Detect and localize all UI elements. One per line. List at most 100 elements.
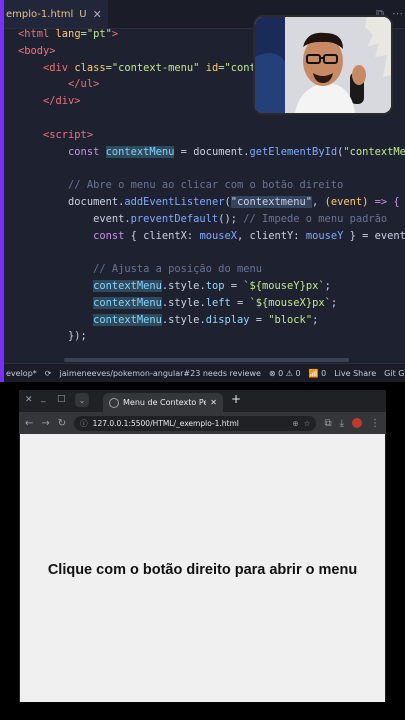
code-token: </ul> [18, 78, 100, 91]
code-token: class [74, 61, 106, 74]
code-token: = [249, 313, 269, 326]
code-token: contextMenu [93, 279, 162, 292]
browser-tab[interactable]: Menu de Contexto Perso ✕ [103, 393, 223, 412]
code-token: contextMenu [93, 313, 162, 326]
code-token: "block" [268, 313, 313, 326]
code-token: id [205, 61, 219, 74]
code-token: top [205, 279, 225, 292]
download-icon[interactable]: ⤓ [340, 418, 344, 429]
reload-icon[interactable]: ↻ [58, 418, 66, 429]
code-token: = [224, 279, 244, 292]
status-ports[interactable]: 📶 0 [309, 369, 327, 378]
status-live-share[interactable]: Live Share [334, 369, 376, 378]
code-token: ="context-menu" [105, 61, 206, 74]
page-viewport[interactable]: Clique com o botão direito para abrir o … [20, 434, 385, 702]
extensions-icon[interactable]: ⧉ [324, 418, 331, 429]
code-line[interactable]: // Ajusta a posição do menu [4, 261, 405, 278]
code-line[interactable]: // Abre o menu ao clicar com o botão dir… [4, 177, 405, 194]
minimize-icon[interactable]: _ [41, 393, 46, 403]
code-token: left [205, 296, 231, 309]
sync-icon[interactable]: ⟳ [45, 369, 52, 378]
code-token: ; [330, 296, 338, 309]
code-token: getElementById [249, 145, 338, 158]
forward-icon[interactable]: → [41, 418, 49, 429]
url-text: 127.0.0.1:5500/HTML/_exemplo-1.html [92, 418, 239, 428]
code-token: } = event; [349, 229, 405, 242]
code-token: <body> [18, 44, 56, 57]
code-token: <div [18, 61, 75, 74]
code-token: document. [18, 195, 125, 208]
horizontal-scrollbar[interactable] [64, 358, 349, 362]
browser-tab-title: Menu de Contexto Perso [123, 398, 207, 407]
code-token: </div> [18, 95, 81, 108]
new-tab-button[interactable]: + [231, 392, 241, 406]
presenter-video [255, 17, 391, 113]
menu-icon[interactable]: ⋮ [370, 418, 380, 429]
code-token: "contextMenu" [343, 145, 405, 158]
status-problems[interactable]: ⊗ 0 ⚠ 0 [269, 369, 301, 378]
code-token: ; [324, 279, 331, 292]
code-token: ; [312, 313, 319, 326]
browser-window: ✕ _ □ ⌄ Menu de Contexto Perso ✕ + ← → ↻… [19, 390, 386, 702]
close-icon[interactable]: ✕ [93, 8, 102, 21]
code-token: <script> [18, 128, 94, 141]
code-token: .style. [161, 313, 206, 326]
code-token: mouseY [305, 229, 344, 242]
code-line[interactable]: <script> [4, 127, 405, 144]
code-token: // Impede o menu padrão [243, 212, 388, 225]
code-token: // Ajusta a posição do menu [18, 263, 262, 276]
code-token: , clientY: [237, 229, 306, 242]
code-token: addEventListener [124, 195, 225, 208]
code-line[interactable]: contextMenu.style.display = "block"; [4, 312, 405, 329]
globe-icon [109, 397, 119, 408]
zoom-icon[interactable]: ⊕ [292, 419, 298, 428]
code-token: `${mouseX}px` [249, 296, 331, 309]
code-token: <html [18, 28, 56, 40]
code-token: , [312, 195, 325, 208]
code-line[interactable]: contextMenu.style.top = `${mouseY}px`; [4, 278, 405, 295]
more-icon[interactable]: ⋯ [392, 7, 403, 21]
browser-tabstrip: ✕ _ □ ⌄ Menu de Contexto Perso ✕ + [19, 390, 386, 412]
status-git-graph[interactable]: Git Graph [384, 369, 405, 378]
status-pull-request[interactable]: jaimeneeves/pokemon-angular#23 needs rev… [59, 369, 260, 378]
code-line[interactable]: }); [4, 328, 405, 345]
editor-tab-file[interactable]: emplo-1.html U ✕ [4, 0, 108, 28]
code-token: }); [18, 330, 87, 343]
code-token: lang [55, 28, 81, 40]
code-token: mouseX [199, 229, 237, 242]
profile-avatar[interactable] [352, 418, 362, 428]
code-line[interactable] [4, 244, 405, 261]
code-line[interactable]: contextMenu.style.left = `${mouseX}px`; [4, 295, 405, 312]
tab-search-icon[interactable]: ⌄ [75, 393, 89, 407]
address-bar[interactable]: ⓘ 127.0.0.1:5500/HTML/_exemplo-1.html ⊕ … [74, 415, 317, 431]
code-token: preventDefault [130, 212, 219, 225]
bookmark-star-icon[interactable]: ☆ [304, 419, 311, 428]
code-line[interactable] [4, 160, 405, 177]
site-info-icon[interactable]: ⓘ [80, 418, 88, 429]
code-token: (event) [324, 195, 375, 208]
code-line[interactable]: const contextMenu = document.getElementB… [4, 144, 405, 161]
code-token: contextMenu [105, 145, 175, 158]
code-line[interactable]: event.preventDefault(); // Impede o menu… [4, 211, 405, 228]
code-token: const [68, 145, 106, 158]
back-icon[interactable]: ← [25, 418, 33, 429]
maximize-icon[interactable]: □ [57, 394, 66, 404]
close-tab-icon[interactable]: ✕ [210, 398, 217, 407]
code-token: ="pt" [80, 28, 112, 40]
browser-toolbar: ← → ↻ ⓘ 127.0.0.1:5500/HTML/_exemplo-1.h… [19, 412, 386, 434]
code-editor: emplo-1.html U ✕ ⧉ ⋯ <html lang="pt"> <bo… [0, 0, 405, 382]
code-token: display [205, 313, 250, 326]
status-branch[interactable]: evelop* [6, 369, 37, 378]
code-token: (); [218, 212, 244, 225]
code-line[interactable]: document.addEventListener("contextmenu",… [4, 194, 405, 211]
tab-filename: emplo-1.html [6, 8, 74, 20]
code-line[interactable]: const { clientX: mouseX, clientY: mouseY… [4, 228, 405, 245]
code-token: contextMenu [93, 296, 162, 309]
close-window-icon[interactable]: ✕ [25, 395, 33, 405]
code-token: { clientX: [130, 229, 200, 242]
code-token: `${mouseY}px` [243, 279, 325, 292]
